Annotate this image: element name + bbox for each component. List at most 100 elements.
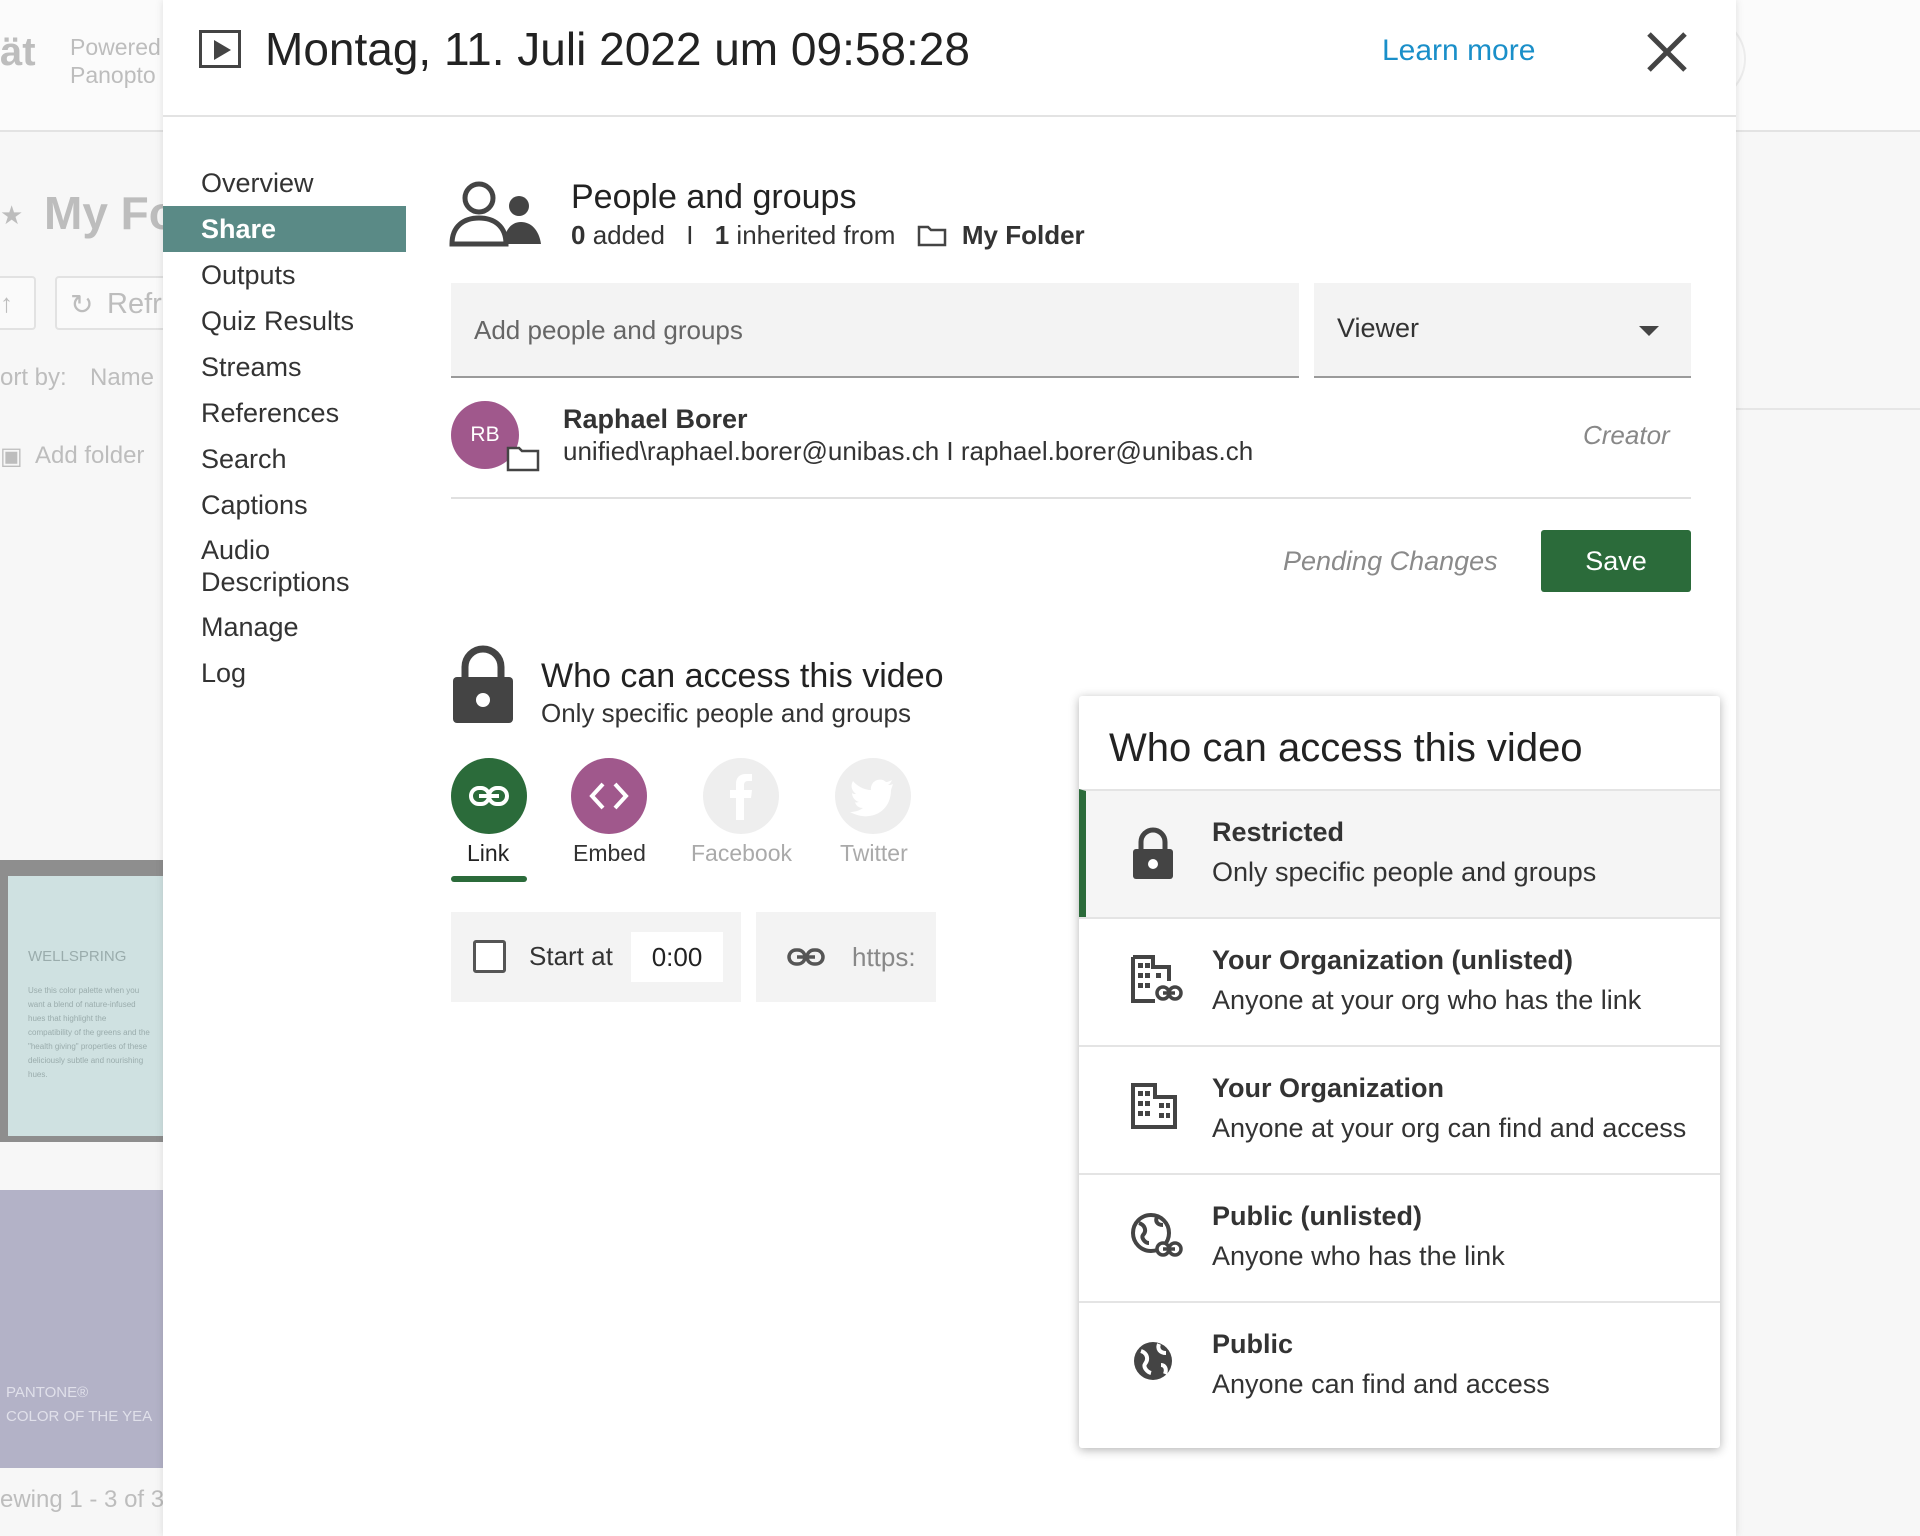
nav-item-audio-descriptions[interactable]: Audio Descriptions [163, 528, 406, 604]
powered-by-line1: Powered [70, 34, 161, 60]
nav-item-outputs[interactable]: Outputs [163, 252, 406, 298]
globe-link-icon [1131, 1213, 1183, 1257]
background-sort-label: ort by: [0, 364, 67, 391]
background-folder-title: My Fo [44, 187, 177, 239]
background-refresh-label: Refr [107, 288, 162, 320]
option-title: Restricted [1212, 817, 1345, 847]
link-icon [787, 948, 825, 966]
nav-item-streams[interactable]: Streams [163, 344, 406, 390]
modal-header: Montag, 11. Juli 2022 um 09:58:28 Learn … [163, 0, 1736, 117]
folder-badge-icon [506, 446, 540, 472]
inherited-folder-link[interactable]: My Folder [962, 220, 1085, 250]
start-at-checkbox[interactable] [473, 940, 506, 973]
option-title: Your Organization (unlisted) [1212, 945, 1573, 975]
background-divider [1736, 408, 1920, 410]
user-name: Raphael Borer [563, 404, 748, 434]
thumbnail2-line2: COLOR OF THE YEA [6, 1408, 153, 1425]
sidebar-nav: Overview Share Outputs Quiz Results Stre… [163, 160, 406, 696]
link-share-label: Link [467, 840, 510, 866]
added-count: 0 [571, 220, 586, 250]
share-link-text: https: [852, 942, 916, 972]
share-link-field[interactable]: https: [756, 912, 936, 1002]
nav-item-quiz-results[interactable]: Quiz Results [163, 298, 406, 344]
add-people-input[interactable]: Add people and groups [451, 283, 1299, 378]
inherited-label: inherited from [736, 220, 896, 250]
facebook-share-button[interactable] [703, 758, 779, 834]
learn-more-link[interactable]: Learn more [1382, 34, 1535, 68]
added-label: added [592, 220, 666, 250]
option-title: Public [1212, 1329, 1294, 1359]
background-thumbnail-2: PANTONE® COLOR OF THE YEA [0, 1190, 164, 1468]
close-icon [1647, 32, 1687, 72]
embed-share-label: Embed [573, 840, 646, 866]
nav-item-references[interactable]: References [163, 390, 406, 436]
play-icon [199, 30, 241, 68]
dropdown-title: Who can access this video [1109, 726, 1583, 770]
access-option-org[interactable]: Your Organization Anyone at your org can… [1079, 1045, 1720, 1173]
divider [451, 497, 1691, 499]
access-option-org-unlisted[interactable]: Your Organization (unlisted) Anyone at y… [1079, 917, 1720, 1045]
people-icon [449, 181, 541, 247]
twitter-share-label: Twitter [840, 840, 908, 866]
start-at-control: Start at 0:00 [451, 912, 741, 1002]
pending-changes-label: Pending Changes [1283, 546, 1498, 576]
arrow-up-icon: ↑ [0, 288, 13, 318]
access-option-restricted[interactable]: Restricted Only specific people and grou… [1079, 789, 1720, 917]
access-subtitle: Only specific people and groups [541, 698, 912, 728]
access-option-public[interactable]: Public Anyone can find and access [1079, 1301, 1720, 1429]
link-share-button[interactable] [451, 758, 527, 834]
code-icon [589, 782, 629, 810]
option-subtitle: Anyone who has the link [1212, 1241, 1505, 1271]
user-role: Creator [1583, 420, 1670, 450]
thumbnail-body: Use this color palette when you want a b… [28, 986, 150, 1079]
caret-down-icon [1639, 326, 1659, 336]
brand-fragment: ät [0, 30, 36, 74]
role-select-value: Viewer [1337, 313, 1420, 343]
summary-separator: I [686, 220, 694, 250]
background-thumbnail-1: WELLSPRING Use this color palette when y… [0, 860, 164, 1142]
background-sort-value: Name [90, 364, 155, 391]
add-folder-icon: ▣ [0, 443, 23, 470]
facebook-icon [730, 774, 752, 820]
option-subtitle: Only specific people and groups [1212, 857, 1597, 887]
nav-item-manage[interactable]: Manage [163, 604, 406, 650]
inherited-count: 1 [714, 220, 730, 250]
building-icon [1131, 1083, 1177, 1129]
option-title: Your Organization [1212, 1073, 1445, 1103]
active-tab-indicator [451, 876, 527, 882]
link-icon [469, 786, 509, 806]
nav-item-overview[interactable]: Overview [163, 160, 406, 206]
nav-item-log[interactable]: Log [163, 650, 406, 696]
powered-by-line2: Panopto [70, 62, 156, 88]
start-at-label: Start at [529, 941, 613, 971]
nav-item-captions[interactable]: Captions [163, 482, 406, 528]
start-time-input[interactable]: 0:00 [631, 932, 723, 982]
background-add-folder: Add folder [35, 442, 145, 469]
star-icon: ★ [0, 200, 24, 230]
background-footer: ewing 1 - 3 of 3 [0, 1486, 165, 1513]
thumbnail2-line1: PANTONE® [6, 1384, 89, 1401]
building-link-icon [1131, 955, 1183, 1003]
option-subtitle: Anyone at your org who has the link [1212, 985, 1642, 1015]
access-option-public-unlisted[interactable]: Public (unlisted) Anyone who has the lin… [1079, 1173, 1720, 1301]
facebook-share-label: Facebook [691, 840, 793, 866]
twitter-icon [850, 779, 893, 817]
globe-icon [1134, 1342, 1172, 1380]
folder-icon [917, 225, 946, 247]
lock-icon [453, 645, 513, 723]
embed-share-button[interactable] [571, 758, 647, 834]
session-title: Montag, 11. Juli 2022 um 09:58:28 [265, 23, 970, 75]
user-account: unified\raphael.borer@unibas.ch I raphae… [563, 436, 1254, 466]
lock-icon [1133, 827, 1173, 879]
share-modal: Montag, 11. Juli 2022 um 09:58:28 Learn … [163, 0, 1736, 1536]
close-button[interactable] [1643, 28, 1691, 76]
save-button[interactable]: Save [1541, 530, 1691, 592]
twitter-share-button[interactable] [835, 758, 911, 834]
people-summary: 0 added I 1 inherited from My Folder [571, 220, 1085, 251]
nav-item-share[interactable]: Share [163, 206, 406, 252]
access-dropdown: Who can access this video Restricted Onl… [1079, 696, 1720, 1448]
people-title: People and groups [571, 178, 857, 216]
nav-item-search[interactable]: Search [163, 436, 406, 482]
role-select[interactable]: Viewer [1314, 283, 1691, 378]
option-subtitle: Anyone at your org can find and access [1212, 1113, 1687, 1143]
